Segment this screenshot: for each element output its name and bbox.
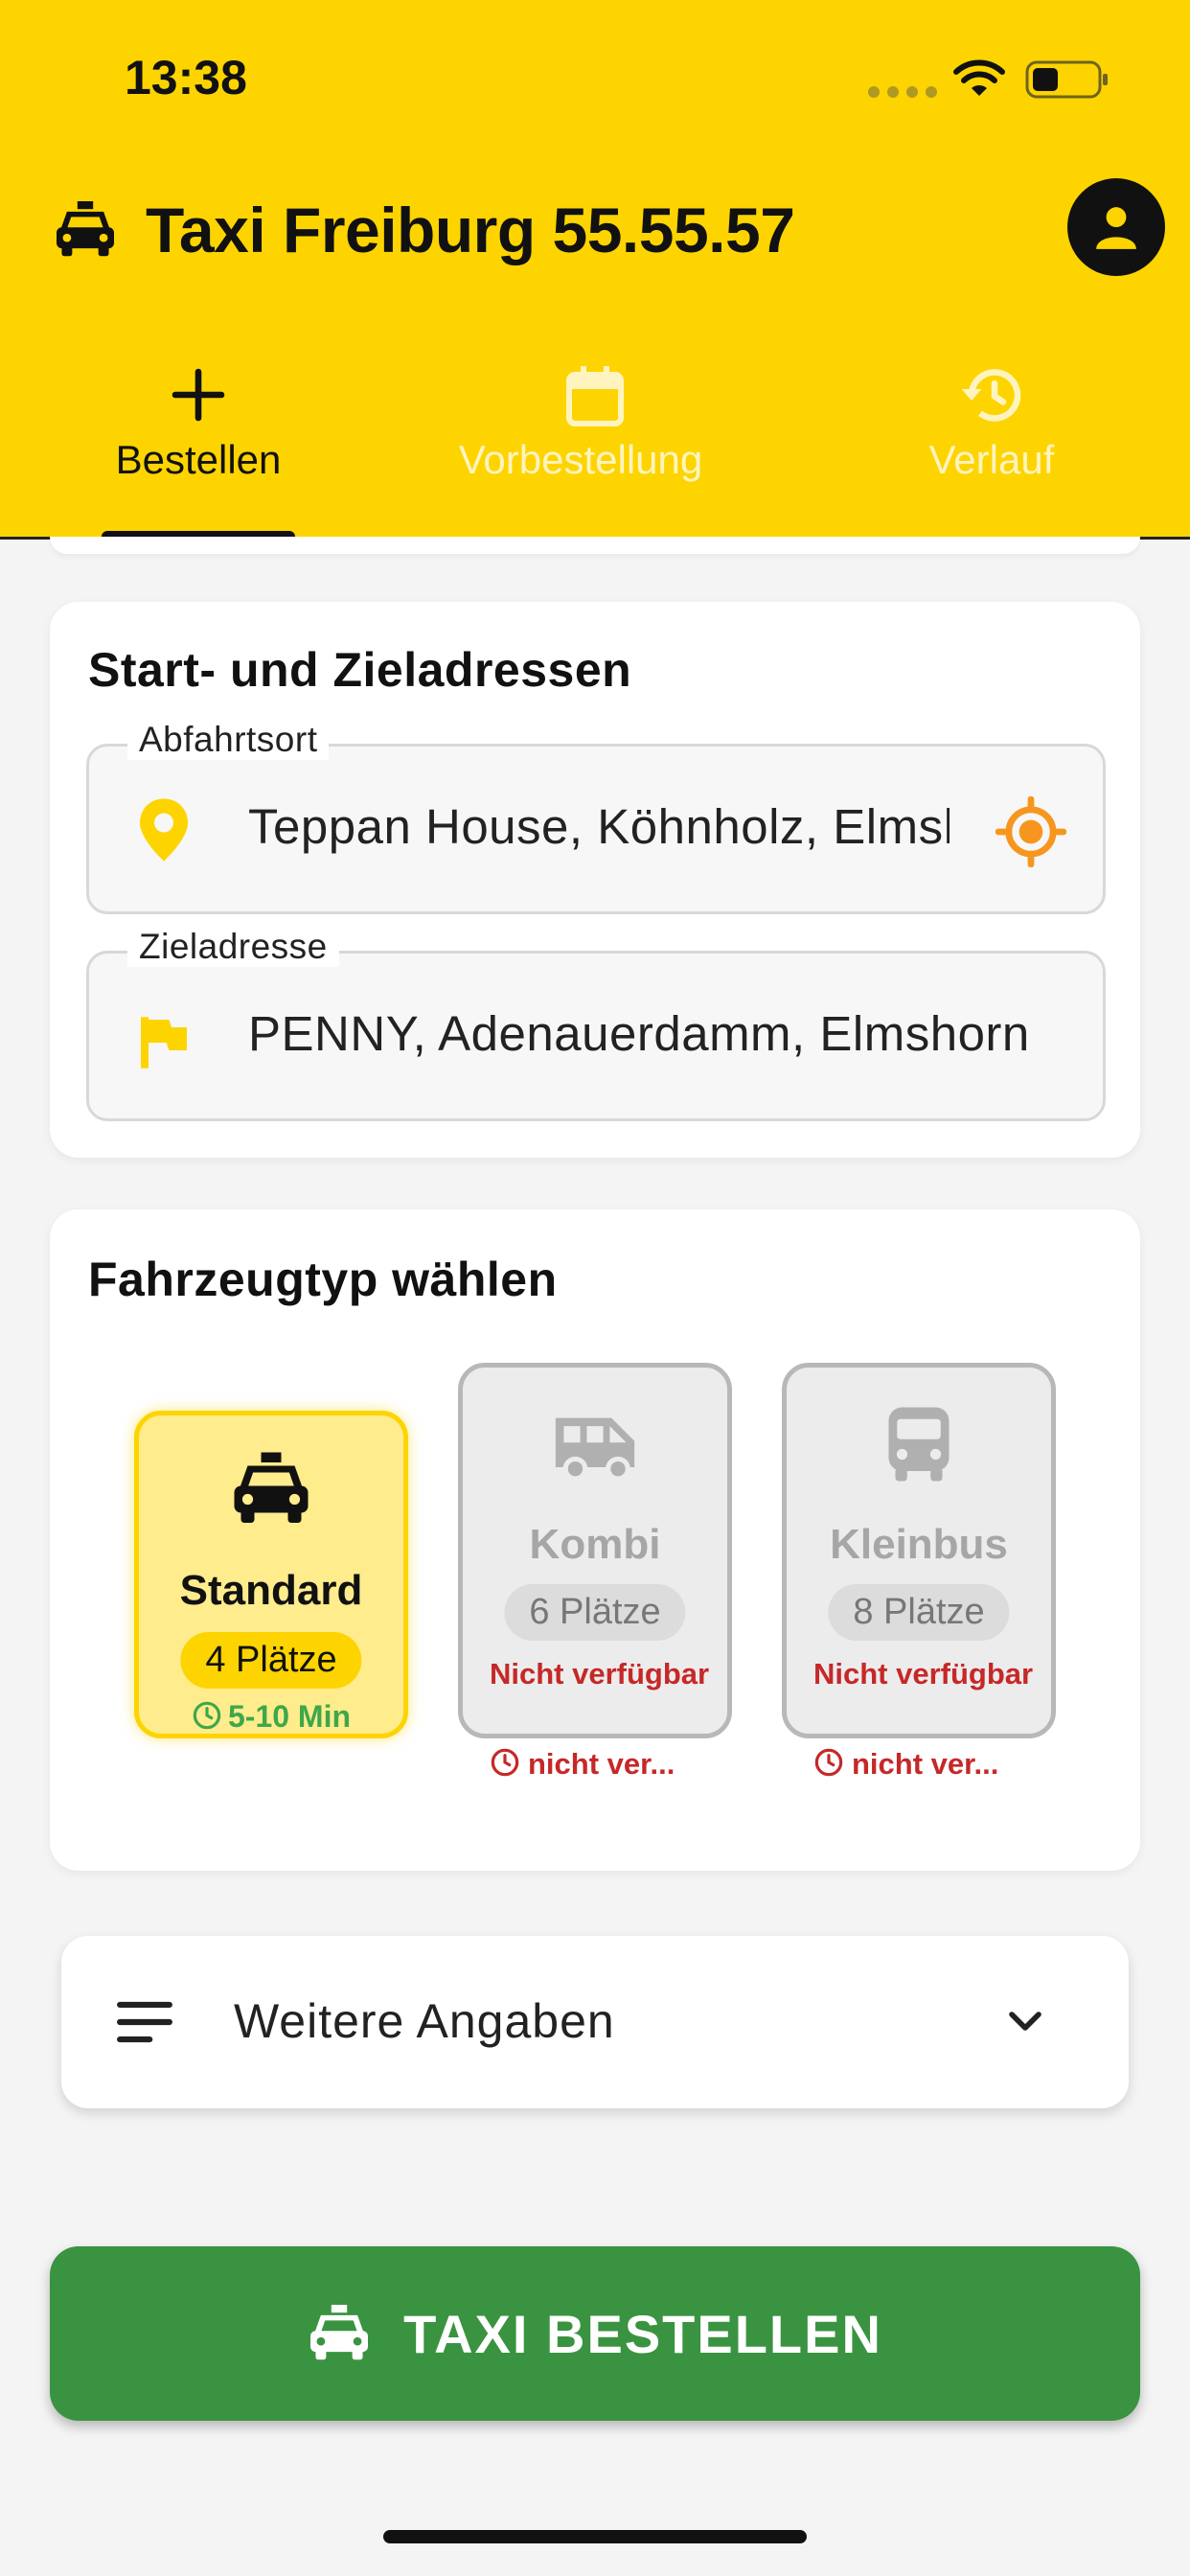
- tab-bestellen[interactable]: Bestellen: [40, 351, 356, 539]
- wifi-icon: [953, 59, 1005, 96]
- address-card-title: Start- und Zieladressen: [88, 643, 632, 697]
- vehicle-seats-badge: 8 Plätze: [828, 1584, 1010, 1641]
- previous-card-edge: [50, 537, 1140, 554]
- vehicle-eta-text: nicht ver...: [852, 1747, 999, 1781]
- clock-icon: [193, 1701, 221, 1730]
- app-header: 13:38 Taxi Freiburg 55.55.57 Bestellen V…: [0, 0, 1190, 540]
- clock-icon: [814, 1748, 843, 1777]
- order-taxi-button[interactable]: TAXI BESTELLEN: [50, 2246, 1140, 2421]
- address-card: Start- und Zieladressen Abfahrtsort Tepp…: [50, 602, 1140, 1158]
- start-address-value: Teppan House, Köhnholz, Elmshorn: [248, 799, 950, 854]
- vehicle-unavailable-text: Nicht verfügbar: [813, 1657, 1034, 1690]
- destination-address-field[interactable]: Zieladresse PENNY, Adenauerdamm, Elmshor…: [86, 927, 1106, 1121]
- home-indicator[interactable]: [383, 2530, 807, 2543]
- tab-label: Bestellen: [115, 437, 282, 482]
- chevron-down-icon: [1009, 2012, 1041, 2031]
- vehicle-option-kombi[interactable]: Kombi 6 Plätze Nicht verfügbar nicht ver…: [458, 1363, 732, 1781]
- vehicle-card: Fahrzeugtyp wählen Standard 4 Plätze 5-1…: [50, 1209, 1140, 1871]
- location-pin-icon: [140, 798, 188, 862]
- my-location-icon[interactable]: [995, 796, 1066, 867]
- status-time: 13:38: [125, 51, 247, 104]
- start-address-label: Abfahrtsort: [127, 720, 330, 760]
- vehicle-name: Kleinbus: [830, 1521, 1008, 1568]
- vehicle-seats-badge: 4 Plätze: [180, 1632, 362, 1689]
- start-address-field[interactable]: Abfahrtsort Teppan House, Köhnholz, Elms…: [86, 720, 1106, 914]
- title-row: Taxi Freiburg 55.55.57: [0, 188, 1190, 274]
- vehicle-option-standard[interactable]: Standard 4 Plätze 5-10 Min: [134, 1411, 408, 1738]
- tab-bar: Bestellen Vorbestellung Verlauf: [0, 351, 1190, 539]
- vehicle-card-title: Fahrzeugtyp wählen: [88, 1253, 558, 1306]
- tab-label: Vorbestellung: [458, 437, 703, 482]
- destination-address-value: PENNY, Adenauerdamm, Elmshorn: [248, 1006, 1030, 1061]
- vehicle-name: Kombi: [529, 1521, 661, 1568]
- cellular-signal-icon: [868, 86, 937, 98]
- clock-icon: [491, 1748, 519, 1777]
- calendar-icon: [566, 366, 624, 426]
- vehicle-eta: nicht ver...: [813, 1747, 998, 1782]
- taxi-icon: [234, 1452, 309, 1523]
- taxi-icon: [57, 201, 114, 257]
- vehicle-eta: 5-10 Min: [139, 1699, 403, 1735]
- vehicle-unavailable-text: Nicht verfügbar: [490, 1657, 710, 1690]
- vehicle-eta-text: 5-10 Min: [227, 1699, 352, 1734]
- flag-icon: [141, 1017, 187, 1069]
- vehicle-option-kleinbus[interactable]: Kleinbus 8 Plätze Nicht verfügbar nicht …: [782, 1363, 1056, 1781]
- profile-button[interactable]: [1067, 178, 1165, 276]
- more-details-expander[interactable]: Weitere Angaben: [61, 1936, 1129, 2108]
- tab-verlauf[interactable]: Verlauf: [834, 351, 1150, 539]
- vehicle-seats-badge: 6 Plätze: [504, 1584, 686, 1641]
- destination-address-label: Zieladresse: [127, 927, 339, 967]
- taxi-icon: [310, 2305, 369, 2360]
- tab-vorbestellung[interactable]: Vorbestellung: [437, 351, 753, 539]
- plus-icon: [172, 368, 225, 422]
- vehicle-eta-text: nicht ver...: [528, 1747, 675, 1781]
- battery-icon: [1025, 60, 1108, 99]
- more-details-label: Weitere Angaben: [234, 1994, 615, 2048]
- van-icon: [555, 1417, 635, 1482]
- order-taxi-label: TAXI BESTELLEN: [403, 2303, 882, 2364]
- history-icon: [961, 369, 1021, 422]
- account-icon: [1096, 207, 1136, 249]
- app-title: Taxi Freiburg 55.55.57: [146, 195, 795, 265]
- vehicle-name: Standard: [179, 1567, 363, 1614]
- tab-label: Verlauf: [928, 437, 1055, 482]
- bus-icon: [888, 1407, 950, 1482]
- notes-icon: [117, 2001, 172, 2043]
- vehicle-eta: nicht ver...: [490, 1747, 675, 1782]
